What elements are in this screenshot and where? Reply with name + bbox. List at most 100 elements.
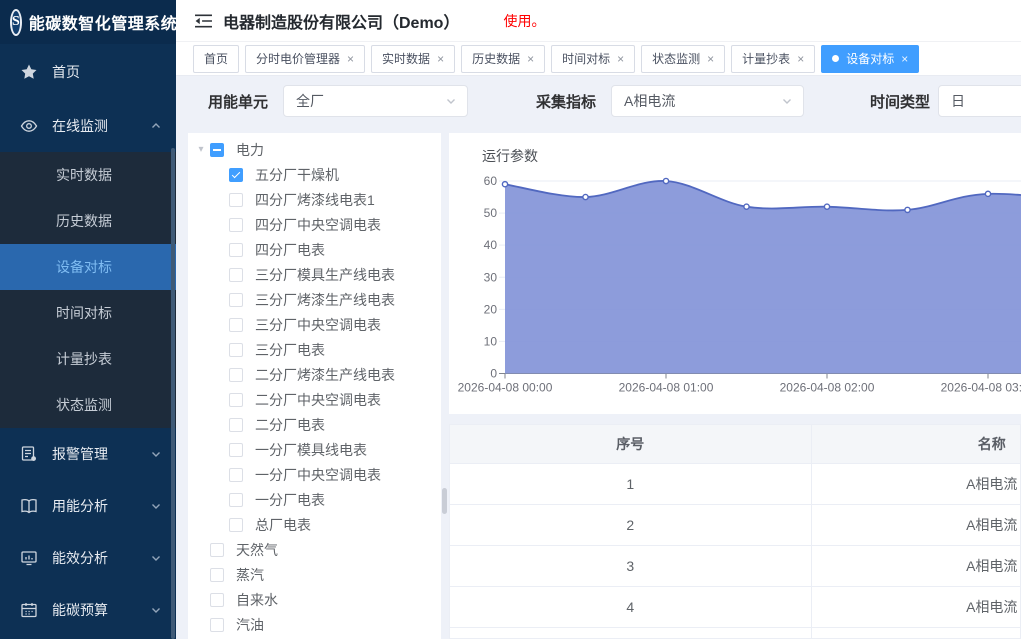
timetype-select-value: 日 bbox=[951, 91, 965, 111]
tree-node[interactable]: ▾三分厂电表 bbox=[188, 337, 441, 362]
metric-filter-label: 采集指标 bbox=[536, 91, 596, 112]
sidebar-collapse-icon[interactable] bbox=[194, 13, 213, 29]
tree-checkbox[interactable] bbox=[229, 218, 243, 232]
tree-node-label: 四分厂电表 bbox=[255, 240, 325, 260]
tree-node[interactable]: ▾五分厂干燥机 bbox=[188, 162, 441, 187]
table-row: 1A相电流 bbox=[450, 464, 1021, 505]
sidebar-subitem[interactable]: 实时数据 bbox=[0, 152, 176, 198]
sidebar-item[interactable]: 报警管理 bbox=[0, 428, 176, 480]
tree-node[interactable]: ▾天然气 bbox=[188, 537, 441, 562]
tree-checkbox[interactable] bbox=[229, 193, 243, 207]
tree-node[interactable]: ▾一分厂模具线电表 bbox=[188, 437, 441, 462]
tree-node[interactable]: ▾四分厂中央空调电表 bbox=[188, 212, 441, 237]
tree-node-label: 四分厂中央空调电表 bbox=[255, 215, 381, 235]
tree-checkbox[interactable] bbox=[229, 293, 243, 307]
sidebar-item[interactable]: 能碳预算 bbox=[0, 584, 176, 636]
tree-checkbox[interactable] bbox=[229, 468, 243, 482]
tree-node[interactable]: ▾三分厂烤漆生产线电表 bbox=[188, 287, 441, 312]
tab-close-icon[interactable]: × bbox=[617, 53, 624, 65]
y-axis-label: 0 bbox=[490, 367, 497, 381]
tree-node[interactable]: ▾一分厂中央空调电表 bbox=[188, 462, 441, 487]
tree-panel-scrollbar[interactable] bbox=[442, 488, 447, 514]
table-cell: A相电流 bbox=[811, 628, 1021, 639]
tree-checkbox[interactable] bbox=[229, 393, 243, 407]
metric-select[interactable]: A相电流 bbox=[611, 85, 804, 117]
tree-node[interactable]: ▾四分厂烤漆线电表1 bbox=[188, 187, 441, 212]
tab-close-icon[interactable]: × bbox=[797, 53, 804, 65]
series-area bbox=[505, 181, 1021, 374]
tree-checkbox[interactable] bbox=[229, 318, 243, 332]
tree-node[interactable]: ▾一分厂电表 bbox=[188, 487, 441, 512]
tree-checkbox[interactable] bbox=[229, 243, 243, 257]
sidebar: S 能碳数智化管理系统 首页在线监测实时数据历史数据设备对标时间对标计量抄表状态… bbox=[0, 0, 176, 639]
tree-node-label: 四分厂烤漆线电表1 bbox=[255, 190, 375, 210]
filter-bar: 用能单元 全厂 采集指标 A相电流 时间类型 日 bbox=[176, 76, 1021, 125]
tree-node[interactable]: ▾三分厂模具生产线电表 bbox=[188, 262, 441, 287]
sidebar-item[interactable]: 首页 bbox=[0, 44, 176, 100]
tab-close-icon[interactable]: × bbox=[527, 53, 534, 65]
tree-node-label: 二分厂中央空调电表 bbox=[255, 390, 381, 410]
data-point bbox=[744, 204, 749, 209]
tree-node[interactable]: ▾三分厂中央空调电表 bbox=[188, 312, 441, 337]
tab-item[interactable]: 首页 bbox=[193, 45, 239, 73]
eye-icon bbox=[20, 117, 38, 135]
chevron-up-icon bbox=[150, 120, 162, 132]
tree-node[interactable]: ▾二分厂电表 bbox=[188, 412, 441, 437]
tree-node[interactable]: ▾二分厂烤漆生产线电表 bbox=[188, 362, 441, 387]
timetype-select[interactable]: 日 bbox=[938, 85, 1021, 117]
data-point bbox=[905, 207, 910, 212]
tree-checkbox[interactable] bbox=[229, 368, 243, 382]
sidebar-item[interactable]: 能效分析 bbox=[0, 532, 176, 584]
caret-icon[interactable]: ▾ bbox=[194, 144, 208, 155]
tree-node[interactable]: ▾总厂电表 bbox=[188, 512, 441, 537]
tree-checkbox[interactable] bbox=[210, 543, 224, 557]
tree-checkbox[interactable] bbox=[229, 168, 243, 182]
tree-node[interactable]: ▾蒸汽 bbox=[188, 562, 441, 587]
tab-item[interactable]: 状态监测× bbox=[641, 45, 725, 73]
tree-node[interactable]: ▾电力 bbox=[188, 137, 441, 162]
tree-checkbox[interactable] bbox=[229, 418, 243, 432]
tree-checkbox[interactable] bbox=[210, 143, 224, 157]
sidebar-subitem[interactable]: 时间对标 bbox=[0, 290, 176, 336]
app-title: 能碳数智化管理系统 bbox=[29, 10, 176, 34]
table-cell: A相电流 bbox=[811, 587, 1021, 628]
sidebar-subitem[interactable]: 计量抄表 bbox=[0, 336, 176, 382]
tree-checkbox[interactable] bbox=[210, 593, 224, 607]
tab-close-icon[interactable]: × bbox=[437, 53, 444, 65]
area-chart[interactable]: 01020304050602026-04-08 00:002026-04-08 … bbox=[449, 133, 1021, 414]
tree-node-label: 总厂电表 bbox=[255, 515, 311, 535]
tab-item[interactable]: 历史数据× bbox=[461, 45, 545, 73]
tab-close-icon[interactable]: × bbox=[347, 53, 354, 65]
tree-node[interactable]: ▾汽油 bbox=[188, 612, 441, 637]
tree-checkbox[interactable] bbox=[210, 568, 224, 582]
tree-checkbox[interactable] bbox=[229, 268, 243, 282]
tab-active[interactable]: 设备对标× bbox=[821, 45, 919, 73]
unit-select[interactable]: 全厂 bbox=[283, 85, 468, 117]
sidebar-subitem[interactable]: 状态监测 bbox=[0, 382, 176, 428]
tree-checkbox[interactable] bbox=[229, 443, 243, 457]
table-cell: 3 bbox=[450, 546, 811, 587]
metric-select-value: A相电流 bbox=[624, 91, 675, 111]
tree-node[interactable]: ▾自来水 bbox=[188, 587, 441, 612]
tab-item[interactable]: 计量抄表× bbox=[731, 45, 815, 73]
table-header-cell: 名称 bbox=[811, 425, 1021, 464]
sidebar-subitem[interactable]: 历史数据 bbox=[0, 198, 176, 244]
x-axis-label: 2026-04-08 03:00 bbox=[941, 381, 1021, 395]
tree-checkbox[interactable] bbox=[229, 518, 243, 532]
tab-item[interactable]: 分时电价管理器× bbox=[245, 45, 365, 73]
tree-node[interactable]: ▾四分厂电表 bbox=[188, 237, 441, 262]
sidebar-item[interactable]: 用能分析 bbox=[0, 480, 176, 532]
tab-item[interactable]: 实时数据× bbox=[371, 45, 455, 73]
table-cell: 4 bbox=[450, 587, 811, 628]
sidebar-scrollbar[interactable] bbox=[171, 148, 175, 639]
sidebar-subitem[interactable]: 设备对标 bbox=[0, 244, 176, 290]
tree-node[interactable]: ▾二分厂中央空调电表 bbox=[188, 387, 441, 412]
tab-item[interactable]: 时间对标× bbox=[551, 45, 635, 73]
tree-checkbox[interactable] bbox=[210, 618, 224, 632]
chevron-down-icon bbox=[150, 448, 162, 460]
tab-close-icon[interactable]: × bbox=[707, 53, 714, 65]
sidebar-item[interactable]: 在线监测 bbox=[0, 100, 176, 152]
tree-checkbox[interactable] bbox=[229, 493, 243, 507]
tab-close-icon[interactable]: × bbox=[901, 53, 908, 65]
tree-checkbox[interactable] bbox=[229, 343, 243, 357]
